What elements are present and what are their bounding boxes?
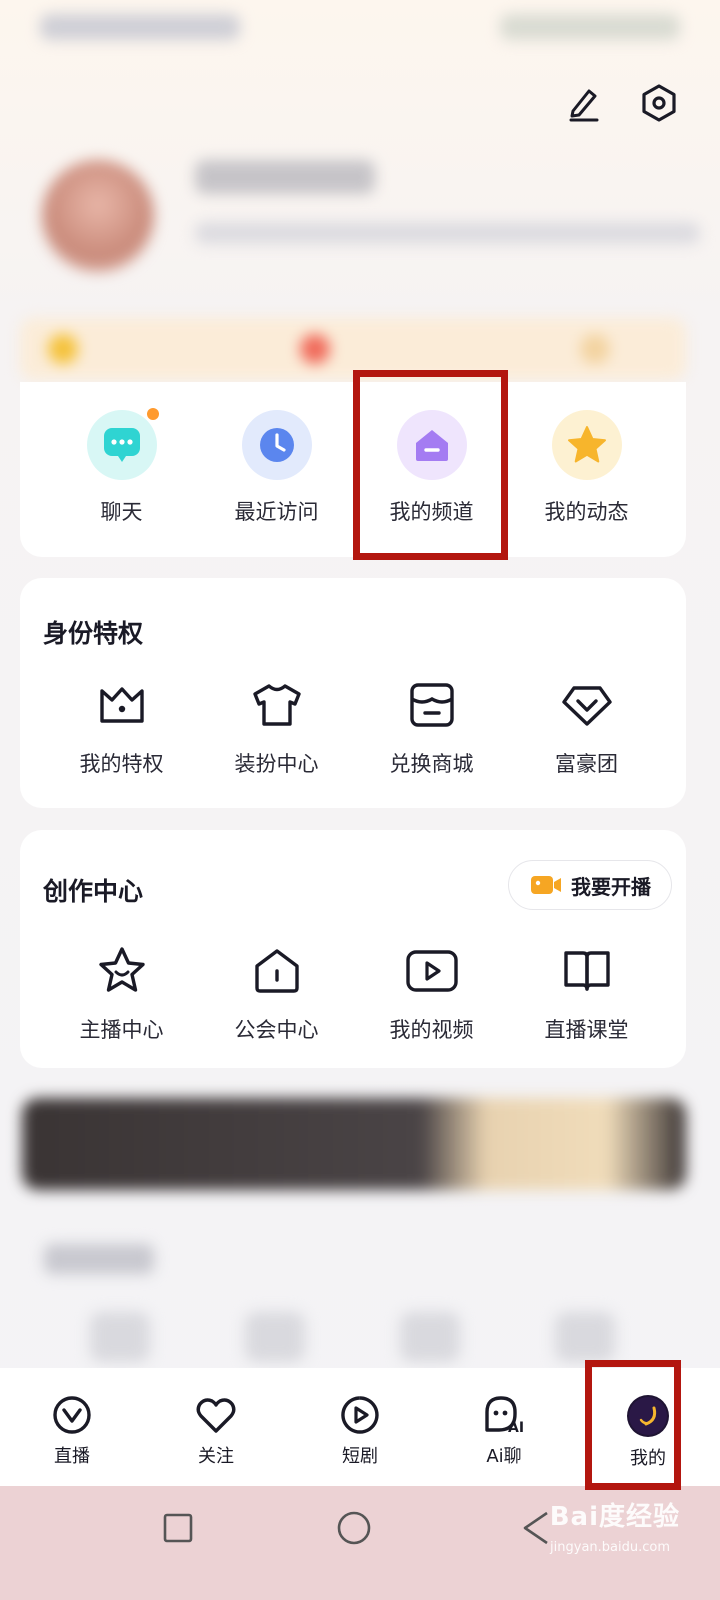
quick-action-label: 最近访问 [234,500,319,524]
circle-home-icon [337,1511,371,1545]
star-face-icon [95,944,149,998]
quick-action-chat[interactable]: 聊天 [44,408,199,526]
watermark-logo: Bai度经验 [549,1502,680,1532]
quick-action-label: 聊天 [100,500,143,524]
privilege-item-store[interactable]: 兑换商城 [354,678,509,778]
tshirt-icon [250,678,304,732]
nav-short-drama[interactable]: 短剧 [288,1368,432,1486]
privilege-label: 装扮中心 [234,752,319,776]
privilege-label: 我的特权 [79,752,164,776]
status-bar [40,14,680,40]
store-icon [405,678,459,732]
book-icon [560,944,614,998]
crown-icon [95,678,149,732]
heart-icon [196,1398,236,1433]
creator-item-host-center[interactable]: 主播中心 [44,944,199,1044]
guild-house-icon [250,944,304,998]
creator-label: 主播中心 [79,1018,164,1042]
privilege-item-mine[interactable]: 我的特权 [44,678,199,778]
nav-label: 直播 [54,1446,90,1467]
home-button[interactable] [334,1508,374,1548]
more-section-title [44,1244,154,1274]
video-camera-icon [531,876,561,894]
creator-item-guild-center[interactable]: 公会中心 [199,944,354,1044]
quick-action-moments[interactable]: 我的动态 [509,410,664,526]
highlight-box-mine [585,1360,681,1490]
privilege-item-rich-club[interactable]: 富豪团 [509,678,664,778]
creator-label: 直播课堂 [544,1018,629,1042]
user-avatar[interactable] [42,160,154,272]
play-icon [341,1396,379,1434]
nav-live[interactable]: 直播 [0,1368,144,1486]
ai-chat-icon: AI [485,1396,524,1436]
more-item[interactable] [555,1312,615,1362]
edit-button[interactable] [558,78,608,128]
privilege-item-dressup[interactable]: 装扮中心 [199,678,354,778]
creator-card: 创作中心 我要开播 主播中心 公会中心 我的视频 直播课堂 [20,830,686,1068]
clock-icon [241,410,312,480]
nav-label: 关注 [198,1446,234,1467]
notification-dot [146,408,159,420]
creator-item-live-class[interactable]: 直播课堂 [509,944,664,1044]
creator-label: 我的视频 [389,1018,474,1042]
creator-item-my-videos[interactable]: 我的视频 [354,944,509,1044]
privilege-label: 兑换商城 [389,752,474,776]
privilege-label: 富豪团 [555,752,618,776]
more-item[interactable] [90,1312,150,1362]
quick-action-label: 我的动态 [544,500,629,524]
pencil-icon [569,89,599,122]
square-icon [163,1513,193,1543]
user-name [195,160,375,194]
broadcast-label: 我要开播 [571,874,651,899]
video-play-icon [405,944,459,998]
svg-text:AI: AI [508,1420,524,1436]
promo-banner[interactable] [22,1098,686,1190]
gear-icon [642,84,676,122]
quick-action-recent[interactable]: 最近访问 [199,410,354,526]
settings-button[interactable] [634,78,684,128]
recents-button[interactable] [160,1510,196,1546]
diamond-icon [560,678,614,732]
back-triangle-icon [523,1511,548,1545]
live-icon [53,1396,91,1434]
privilege-card: 身份特权 我的特权 装扮中心 兑换商城 富豪团 [20,578,686,808]
creator-label: 公会中心 [234,1018,319,1042]
section-title: 身份特权 [43,619,144,648]
watermark-url: jingyan.baidu.com [550,1540,670,1555]
nav-label: 短剧 [342,1446,378,1467]
star-icon [551,410,622,480]
chat-icon [86,408,159,480]
more-item[interactable] [245,1312,305,1362]
more-item[interactable] [400,1312,460,1362]
nav-label: Ai聊 [486,1446,522,1467]
highlight-box-channel [353,370,508,560]
user-meta [195,222,700,244]
nav-follow[interactable]: 关注 [144,1368,288,1486]
nav-ai-chat[interactable]: AI Ai聊 [432,1368,576,1486]
section-title: 创作中心 [43,877,144,906]
start-broadcast-button[interactable]: 我要开播 [508,860,672,910]
